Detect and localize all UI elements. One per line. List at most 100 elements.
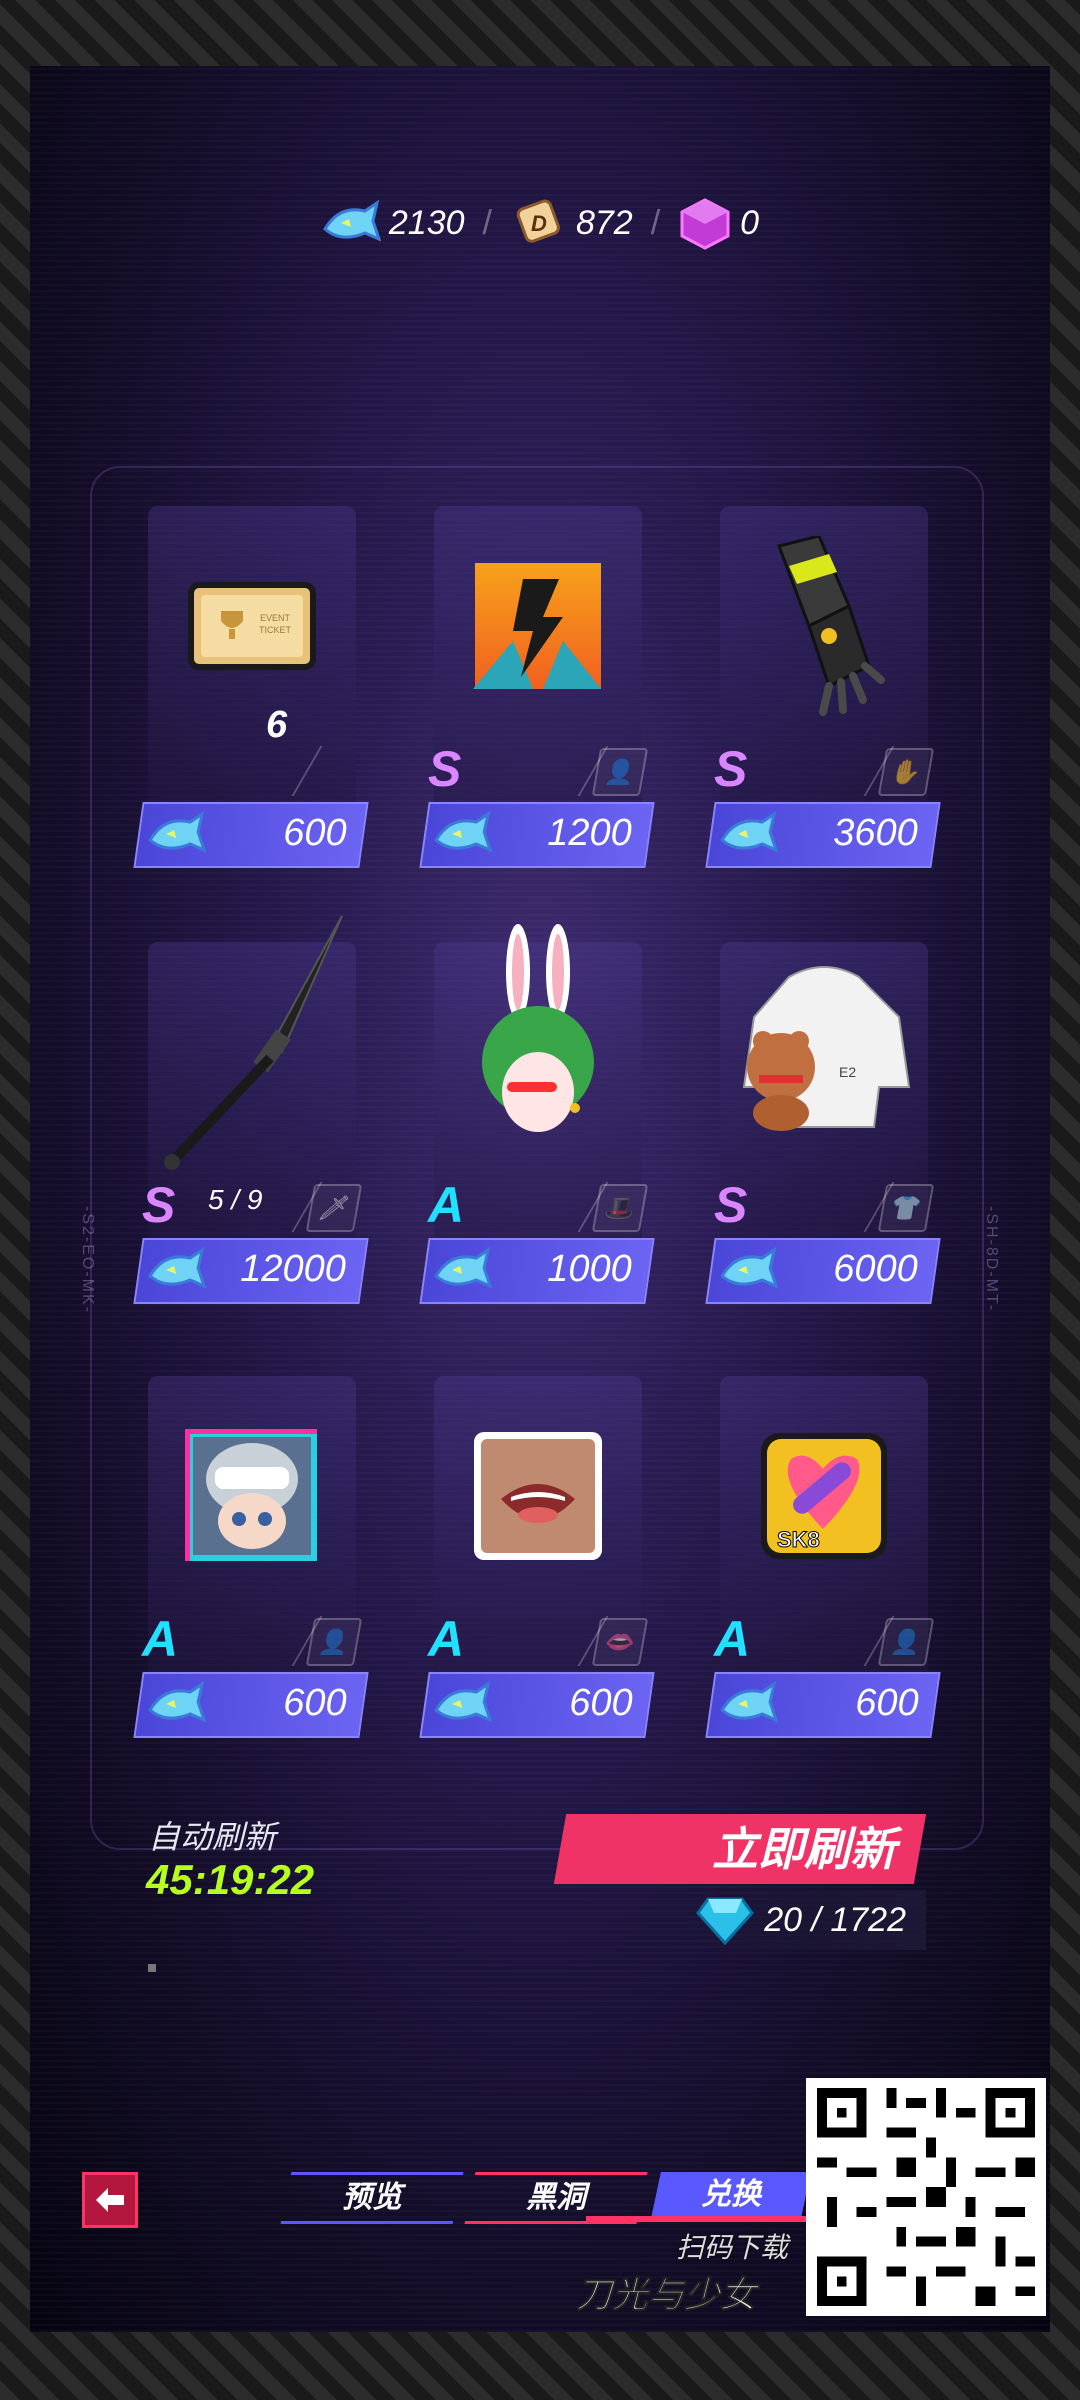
fish-token-icon [148,810,207,853]
fish-token-icon [434,810,493,853]
fish-token-icon [148,1246,207,1289]
cube-value: 0 [740,203,760,242]
fish-token-icon [720,1246,779,1289]
lightning-avatar-icon [438,536,638,716]
price-button[interactable]: 3600 [705,802,941,868]
avatar-slot-icon: 👤 [877,1618,935,1666]
currency-bar: 2130 / D 872 / 0 [30,194,1050,252]
tab-preview-label: 预览 [342,2181,402,2214]
refresh-cost: 20 / 1722 [630,1890,926,1950]
auto-refresh-label: 自动刷新 [148,1819,277,1855]
rank-badge: A [142,1611,179,1667]
refresh-cost-value: 20 / 1722 [764,1900,906,1939]
shop-item-hoodie[interactable]: E2 S 👕 6000 [705,942,941,1312]
price-button[interactable]: 600 [705,1672,941,1738]
shop-item-mouth[interactable]: A 👄 600 [419,1376,655,1746]
lips-slot-icon: 👄 [591,1618,649,1666]
rank-badge: A [428,1611,465,1667]
skateboard-badge-icon: SK8 [724,1406,924,1586]
separator: / [482,203,492,242]
shop-screen: -S2-EO-MK- -SH-8D-MT- 2130 / D 872 / 0 E… [30,66,1050,2332]
sword-icon [152,915,352,1170]
qr-code [806,2078,1046,2316]
price-value: 1200 [547,812,633,854]
d-coin-value: 872 [575,203,633,242]
svg-text:EVENT: EVENT [260,613,291,623]
price-button[interactable]: 600 [133,1672,369,1738]
bunny-head-icon [438,922,638,1162]
avatar-slot-icon: 👤 [305,1618,363,1666]
side-tag-left: -S2-EO-MK- [79,1206,96,1314]
svg-text:D: D [531,211,547,236]
qr-caption-game-title: 刀光与少女 [575,2274,757,2316]
shop-item-gauntlet[interactable]: S ✋ 3600 [705,506,941,876]
fish-currency-value: 2130 [388,203,465,242]
price-value: 600 [282,1682,347,1724]
fish-token-icon [434,1680,493,1723]
gauntlet-icon [724,536,924,716]
ticket-icon: EVENT TICKET [152,536,352,716]
price-value: 3600 [833,812,919,854]
side-tag-right: -SH-8D-MT- [983,1206,1000,1313]
refresh-now-button[interactable]: 立即刷新 [553,1814,927,1884]
price-button[interactable]: 600 [133,802,369,868]
diamond-icon [696,1897,755,1945]
d-coin-icon: D [516,199,560,243]
price-button[interactable]: 6000 [705,1238,941,1304]
active-tab-underline [586,2216,830,2222]
cube-currency: 0 [678,196,759,250]
price-value: 6000 [833,1248,919,1290]
shirt-slot-icon: 👕 [877,1184,935,1232]
price-button[interactable]: 12000 [133,1238,369,1304]
qr-pattern [807,2078,1045,2316]
price-button[interactable]: 600 [419,1672,655,1738]
page-indicator [148,1964,156,1972]
tab-exchange[interactable]: 兑换 [651,2172,811,2218]
tab-preview[interactable]: 预览 [280,2172,464,2224]
price-button[interactable]: 1200 [419,802,655,868]
separator: / [650,203,661,242]
svg-text:SK8: SK8 [777,1527,820,1552]
hoodie-icon: E2 [724,942,924,1152]
rank-badge: S [714,741,748,797]
price-value: 600 [282,812,347,854]
shop-item-sword[interactable]: S 5 / 9 🗡 12000 [133,915,369,1312]
glove-slot-icon: ✋ [877,748,935,796]
price-value: 600 [854,1682,919,1724]
weapon-slot-icon: 🗡 [305,1184,363,1232]
back-button[interactable] [82,2172,138,2228]
price-value: 12000 [240,1248,347,1290]
fish-token-icon [148,1680,207,1723]
rank-badge: S [428,741,462,797]
fish-token-icon [720,1680,779,1723]
helmet-portrait-icon [152,1406,352,1586]
item-count: 5 / 9 [208,1184,263,1215]
shop-item-skate-badge[interactable]: SK8 A 👤 600 [705,1376,941,1746]
tab-blackhole-label: 黑洞 [526,2181,586,2214]
hat-slot-icon: 🎩 [591,1184,649,1232]
rank-badge: A [714,1611,751,1667]
item-count: 6 [266,704,288,746]
shop-item-bunny-head[interactable]: A 🎩 1000 [419,924,655,1312]
shop-item-ticket[interactable]: EVENT TICKET 6 600 [133,506,369,876]
rank-badge: S [714,1177,748,1233]
rank-badge: S [142,1177,176,1233]
tab-exchange-label: 兑换 [701,2178,761,2211]
price-value: 600 [568,1682,633,1724]
svg-text:E2: E2 [839,1064,856,1080]
rank-badge: A [428,1177,465,1233]
back-arrow-icon [96,2188,124,2212]
shop-item-helmet-portrait[interactable]: A 👤 600 [133,1376,369,1746]
fish-currency: 2130 [321,199,465,247]
d-coin-currency: D 872 [510,194,633,252]
price-button[interactable]: 1000 [419,1238,655,1304]
refresh-now-label: 立即刷新 [712,1823,896,1875]
fish-token-icon [322,199,381,242]
mouth-icon [438,1406,638,1586]
fish-token-icon [720,810,779,853]
svg-text:TICKET: TICKET [259,625,292,635]
cube-icon [680,198,730,250]
qr-caption-download: 扫码下载 [676,2232,789,2263]
shop-item-lightning-avatar[interactable]: S 👤 1200 [419,506,655,876]
price-value: 1000 [547,1248,633,1290]
